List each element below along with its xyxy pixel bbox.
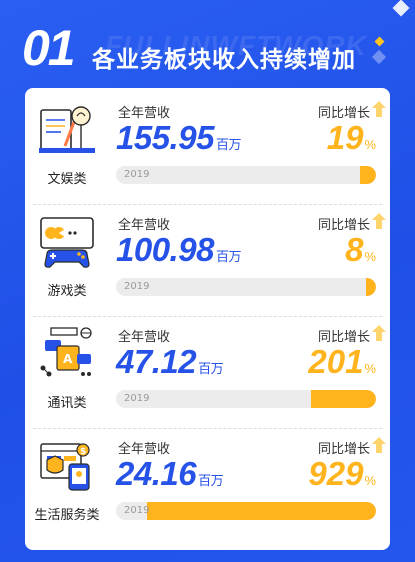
category-label: 通讯类 [47,396,87,411]
category-label: 文娱类 [47,172,87,187]
page-title: 各业务板块收入持续增加 [92,47,356,73]
decorative-diamond-faint [371,49,387,65]
segment-row: 游戏类 全年营收 100.98 百万 同比增长 8% 2019 [25,204,390,316]
revenue-unit: 百万 [215,138,242,153]
svg-text:A: A [63,352,73,366]
messaging-network-icon: A [37,324,97,384]
yoy-value: 8% [345,230,376,277]
segments-card: 文娱类 全年营收 155.95 百万 同比增长 19% 2019 游戏类 全年营… [25,88,390,550]
segment-row: $ 生活服务类 全年营收 24.16 百万 同比增长 929% 2019 [25,428,390,540]
category-label: 游戏类 [47,284,87,299]
yoy-number: 929 [308,455,364,492]
desk-lamp-writing-icon [37,100,97,160]
revenue-unit: 百万 [198,474,224,489]
progress-bar: 2019 [116,278,376,296]
revenue-value: 100.98 百万 [116,230,241,278]
bar-year-label: 2019 [124,505,150,516]
revenue-value: 155.95 百万 [116,118,241,166]
bar-year-label: 2019 [124,281,150,292]
progress-bar: 2019 [116,502,376,520]
section-number: 01 [22,20,76,76]
decorative-diamond-yellow [374,36,385,47]
revenue-value: 24.16 百万 [116,454,224,502]
revenue-number: 155.95 [116,119,214,156]
bar-year-label: 2019 [124,393,150,404]
life-services-browser-icon: $ [37,436,97,496]
bar-year-label: 2019 [124,169,150,180]
yoy-number: 8 [345,231,364,268]
yoy-percent: % [364,361,376,376]
progress-bar-fill [311,390,376,408]
decorative-diamond [392,0,410,17]
up-arrow-icon [372,437,386,453]
yoy-percent: % [364,473,376,488]
revenue-number: 47.12 [116,343,197,380]
segment-row: A 通讯类 全年营收 47.12 百万 同比增长 201% 2019 [25,316,390,428]
revenue-value: 47.12 百万 [116,342,224,390]
revenue-unit: 百万 [215,250,242,265]
progress-bar-fill [365,278,376,296]
yoy-value: 19% [327,118,376,165]
category-label: 生活服务类 [34,508,100,523]
yoy-value: 201% [308,342,376,389]
up-arrow-icon [372,325,386,341]
yoy-number: 201 [308,343,364,380]
progress-bar-fill [147,502,376,520]
svg-text:$: $ [80,447,86,457]
up-arrow-icon [372,101,386,117]
yoy-number: 19 [326,119,364,156]
up-arrow-icon [372,213,386,229]
yoy-percent: % [364,249,376,264]
revenue-number: 100.98 [116,231,214,268]
game-controller-icon [37,212,97,272]
yoy-value: 929% [308,454,376,501]
progress-bar-fill [360,166,376,184]
progress-bar: 2019 [116,166,376,184]
progress-bar: 2019 [116,390,376,408]
segment-row: 文娱类 全年营收 155.95 百万 同比增长 19% 2019 [25,92,390,204]
revenue-unit: 百万 [198,362,224,377]
revenue-number: 24.16 [116,455,197,492]
yoy-percent: % [364,137,376,152]
